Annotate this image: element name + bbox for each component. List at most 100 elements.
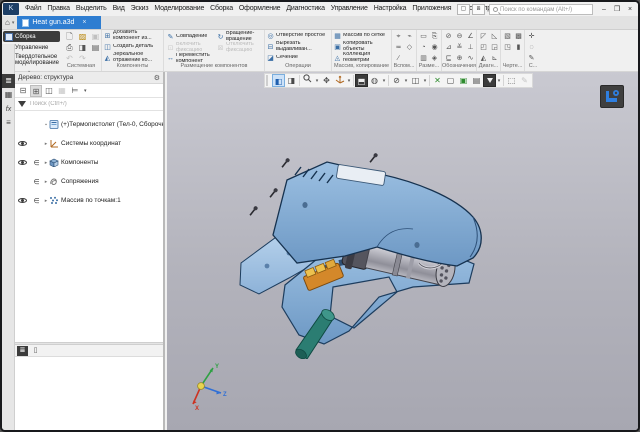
tree-composition-icon[interactable]: ⊞ bbox=[30, 85, 42, 97]
menu-sketch[interactable]: Эскиз bbox=[128, 2, 152, 16]
wireframe-mode-icon[interactable]: ◍ bbox=[368, 74, 381, 87]
menu-view[interactable]: Вид bbox=[110, 2, 128, 16]
restore-button[interactable]: ❒ bbox=[611, 4, 623, 15]
tree-row-coordinate-systems[interactable]: ▸ Системы координат bbox=[15, 134, 163, 153]
add-component-button[interactable]: ⊞ Добавить компонент из... bbox=[102, 30, 163, 41]
document-tab[interactable]: Heat gun.a3d × bbox=[17, 16, 101, 29]
copy-objects-button[interactable]: ▣ Копировать объекты bbox=[332, 41, 391, 52]
layout-toggle-button[interactable]: ▢ bbox=[457, 4, 470, 15]
eye-icon[interactable] bbox=[18, 160, 27, 165]
desig-icon[interactable]: ≚ bbox=[454, 42, 465, 53]
dim-icon[interactable]: ⎘ bbox=[429, 31, 440, 42]
show-planes-alt-icon[interactable]: ◨ bbox=[285, 74, 298, 87]
orbit-icon[interactable] bbox=[333, 74, 346, 87]
chevron-down-icon[interactable]: ▾ bbox=[346, 78, 352, 84]
close-button[interactable]: × bbox=[624, 4, 636, 15]
create-part-button[interactable]: ◫ Создать деталь bbox=[102, 41, 163, 52]
minimize-button[interactable]: – bbox=[598, 4, 610, 15]
coincident-mate-button[interactable]: ✎ Совпадение bbox=[165, 31, 214, 42]
menu-file[interactable]: Файл bbox=[22, 2, 44, 16]
menu-layout[interactable]: Оформление bbox=[236, 2, 283, 16]
desig-icon[interactable]: ⊖ bbox=[454, 31, 465, 42]
chevron-down-icon[interactable]: ▾ bbox=[84, 88, 87, 94]
diag-icon[interactable]: ◸ bbox=[478, 31, 489, 42]
rotation-mate-button[interactable]: ↻ Вращение-вращение bbox=[215, 31, 264, 42]
tree-grid-icon[interactable]: ▦ bbox=[56, 85, 68, 97]
aux-icon[interactable]: ≂ bbox=[393, 42, 404, 53]
chevron-down-icon[interactable]: ▾ bbox=[496, 78, 502, 84]
draw-icon[interactable]: ◳ bbox=[502, 42, 513, 53]
tree-structure-icon[interactable]: ⊟ bbox=[17, 85, 29, 97]
command-search-input[interactable]: Поиск по командам (Alt+/) bbox=[489, 4, 593, 15]
tree-panel-icon[interactable]: ≣ bbox=[2, 74, 15, 88]
diag-icon[interactable]: ◲ bbox=[489, 42, 500, 53]
tree-search-input[interactable]: Поиск (Ctrl+/) bbox=[30, 101, 67, 107]
list-panel-icon[interactable]: ≡ bbox=[2, 116, 15, 130]
screens-button[interactable]: ⧈ bbox=[472, 4, 485, 15]
simple-hole-button[interactable]: ◎ Отверстие простое bbox=[265, 30, 331, 41]
menu-select[interactable]: Выделить bbox=[73, 2, 110, 16]
aux-icon[interactable]: ⌁ bbox=[404, 31, 415, 42]
tree-filter-mode-icon[interactable]: ⊨ bbox=[69, 85, 81, 97]
menu-diagnostics[interactable]: Диагностика bbox=[283, 2, 327, 16]
draw-icon[interactable]: ▩ bbox=[513, 31, 524, 42]
variables-panel-icon[interactable]: fx bbox=[2, 102, 15, 116]
new-document-icon[interactable]: 🗋 bbox=[63, 31, 76, 42]
sketch-pencil-icon[interactable]: ✎ bbox=[518, 74, 531, 87]
diag-icon[interactable]: ◺ bbox=[489, 31, 500, 42]
tree-row-point-pattern[interactable]: ∈ ▸ Массив по точкам:1 bbox=[15, 191, 163, 210]
heat-gun-model[interactable] bbox=[227, 135, 489, 359]
chevron-down-icon[interactable]: ▾ bbox=[422, 78, 428, 84]
bounding-box-icon[interactable]: ▢ bbox=[444, 74, 457, 87]
tree-row-root[interactable]: ▪ (+)Термопистолет (Тел-0, Сборочны bbox=[15, 115, 163, 134]
subpanel-doc-icon[interactable]: ▯ bbox=[30, 346, 41, 356]
open-folder-icon[interactable]: ▨ bbox=[76, 31, 89, 42]
geometry-collection-button[interactable]: ◬ Коллекция геометрии bbox=[332, 52, 391, 63]
tab-assembly[interactable]: Сборка bbox=[3, 31, 60, 42]
enable-fix-button[interactable]: ⊡ Включить фиксацию bbox=[165, 42, 214, 53]
hide-objects-icon[interactable]: ⊘ bbox=[390, 74, 403, 87]
menu-modeling[interactable]: Моделирование bbox=[151, 2, 207, 16]
eye-icon[interactable] bbox=[18, 198, 27, 203]
report-icon[interactable]: ▤ bbox=[470, 74, 483, 87]
shaded-mode-icon[interactable]: ⬒ bbox=[355, 74, 368, 87]
rebuild-icon[interactable]: ✕ bbox=[431, 74, 444, 87]
section-view-icon[interactable]: ◫ bbox=[409, 74, 422, 87]
menu-management[interactable]: Управление bbox=[328, 2, 371, 16]
mirror-component-button[interactable]: ◭ Зеркальное отражение ко... bbox=[102, 52, 163, 63]
tree-relations-icon[interactable]: ◫ bbox=[43, 85, 55, 97]
orientation-button[interactable] bbox=[600, 85, 624, 108]
toolbar-grip[interactable] bbox=[266, 75, 270, 86]
menu-edit[interactable]: Правка bbox=[44, 2, 72, 16]
chevron-down-icon[interactable]: ▾ bbox=[381, 78, 387, 84]
tree-row-mates[interactable]: ∈ ▸ Сопряжения bbox=[15, 172, 163, 191]
subpanel-tree-icon[interactable]: ≣ bbox=[17, 346, 28, 356]
desig-icon[interactable]: ⊘ bbox=[443, 31, 454, 42]
app-logo-icon[interactable]: K bbox=[3, 3, 19, 15]
aux-icon[interactable]: ⌖ bbox=[393, 31, 404, 42]
tab-close-icon[interactable]: × bbox=[82, 19, 86, 26]
doc-properties-icon[interactable]: ▤ bbox=[89, 42, 102, 53]
filter-icon[interactable] bbox=[483, 74, 496, 87]
preview-icon[interactable]: ◨ bbox=[76, 42, 89, 53]
diag-icon[interactable]: ◰ bbox=[478, 42, 489, 53]
disable-fix-button[interactable]: ⊠ Отключить фиксацию bbox=[215, 42, 264, 53]
eye-icon[interactable] bbox=[18, 141, 27, 146]
cut-extrude-button[interactable]: ⊟ Вырезать выдавливан... bbox=[265, 41, 331, 52]
dim-icon[interactable]: ◉ bbox=[429, 42, 440, 53]
dim-icon[interactable]: ▭ bbox=[418, 31, 429, 42]
misc-icon[interactable]: ◌ bbox=[526, 42, 537, 53]
grid-pattern-button[interactable]: ▦ Массив по сетке bbox=[332, 30, 391, 41]
pan-icon[interactable]: ✥ bbox=[320, 74, 333, 87]
dim-icon[interactable]: ◔ bbox=[418, 42, 429, 53]
menu-assembly[interactable]: Сборка bbox=[207, 2, 236, 16]
gear-icon[interactable]: ⚙ bbox=[154, 74, 160, 82]
print-icon[interactable]: ⎙ bbox=[63, 42, 76, 53]
draw-icon[interactable]: ▮ bbox=[513, 42, 524, 53]
viewport-3d[interactable]: ◧ ◨ ▾ ✥ ▾ ⬒ ◍ ▾ ⊘ ▾ ◫ ▾ ✕ ▢ ▣ ▤ bbox=[167, 72, 638, 430]
tree-row-components[interactable]: ∈ ▸ Компоненты bbox=[15, 153, 163, 172]
refresh-model-icon[interactable]: ▣ bbox=[457, 74, 470, 87]
aux-icon[interactable]: ◇ bbox=[404, 42, 415, 53]
desig-icon[interactable]: ∠ bbox=[465, 31, 476, 42]
desig-icon[interactable]: ⊥ bbox=[465, 42, 476, 53]
